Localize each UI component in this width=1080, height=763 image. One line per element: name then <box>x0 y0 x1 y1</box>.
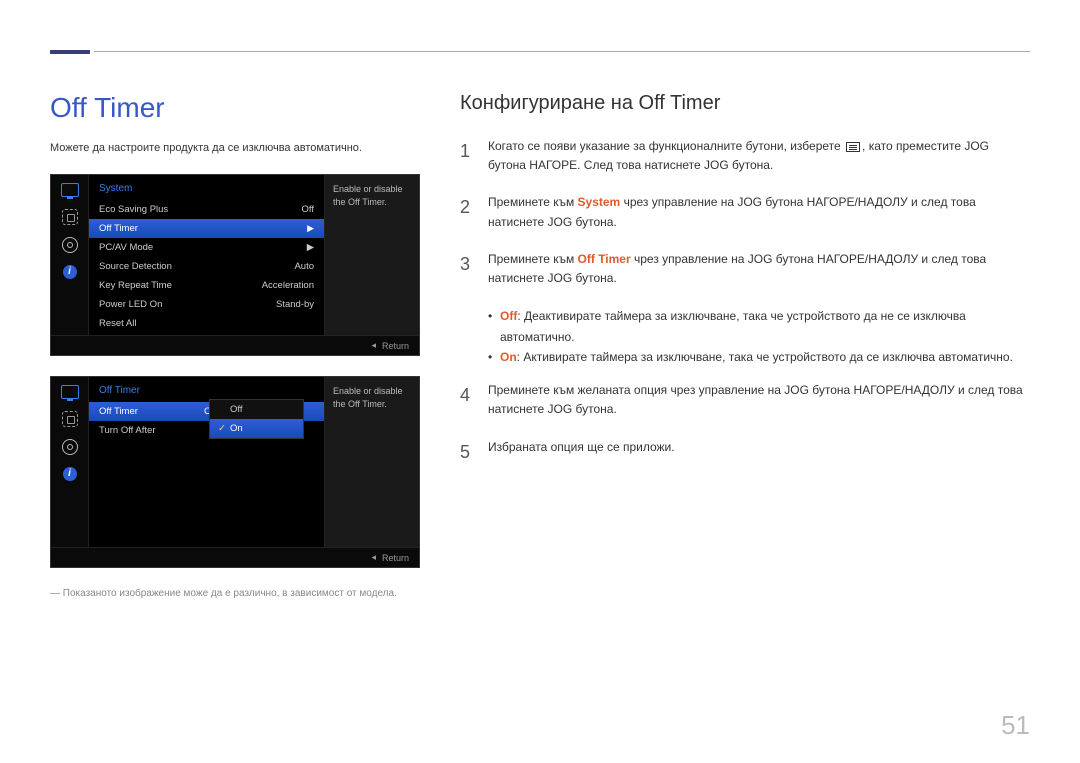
osd-help-text: Enable or disable the Off Timer. <box>324 175 419 335</box>
step-1: 1 Когато се появи указание за функционал… <box>460 137 1030 175</box>
picture-icon <box>61 385 79 399</box>
osd-row-offtimer[interactable]: Off Timer ▶ <box>89 219 324 238</box>
osd-option-popup: ✓Off ✓On <box>209 399 304 439</box>
osd-row-label: Key Repeat Time <box>99 280 172 291</box>
osd-row-label: Off Timer <box>99 223 138 234</box>
picture-icon <box>61 183 79 197</box>
keyword-offtimer: Off Timer <box>578 252 631 266</box>
screen-icon <box>62 209 78 225</box>
info-icon: i <box>63 265 77 279</box>
step-3: 3 Преминете към Off Timer чрез управлени… <box>460 250 1030 288</box>
back-icon: ◂ <box>371 340 376 351</box>
osd-row-value: Off <box>302 204 315 215</box>
osd-row-label: PC/AV Mode <box>99 242 153 253</box>
osd-row-value: Stand-by <box>276 299 314 310</box>
header-accent <box>50 50 90 54</box>
osd-row-label: Source Detection <box>99 261 172 272</box>
step-body: Преминете към Off Timer чрез управление … <box>488 250 1030 288</box>
return-label[interactable]: Return <box>382 341 409 351</box>
page-number: 51 <box>1001 710 1030 741</box>
keyword-on: On <box>500 350 517 364</box>
section-desc: Можете да настроите продукта да се изклю… <box>50 142 420 154</box>
osd-sidebar: i <box>51 377 89 547</box>
return-label[interactable]: Return <box>382 553 409 563</box>
osd-sidebar: i <box>51 175 89 335</box>
step-body: Когато се появи указание за функционални… <box>488 137 1030 175</box>
osd-row-label: Power LED On <box>99 299 162 310</box>
osd-row-label: Eco Saving Plus <box>99 204 168 215</box>
step-body: Избраната опция ще се приложи. <box>488 438 1030 467</box>
osd-row-pcav[interactable]: PC/AV Mode ▶ <box>89 238 324 257</box>
back-icon: ◂ <box>371 552 376 563</box>
osd-help-text: Enable or disable the Off Timer. <box>324 377 419 547</box>
check-icon: ✓ <box>218 423 226 434</box>
gear-icon <box>62 237 78 253</box>
osd-footer: ◂ Return <box>51 335 419 355</box>
osd-row-keyrepeat[interactable]: Key Repeat Time Acceleration <box>89 276 324 295</box>
config-subtitle: Конфигуриране на Off Timer <box>460 92 1030 115</box>
step-number: 4 <box>460 381 474 419</box>
step-2: 2 Преминете към System чрез управление н… <box>460 193 1030 231</box>
step-4: 4 Преминете към желаната опция чрез упра… <box>460 381 1030 419</box>
option-bullets: •Off: Деактивирате таймера за изключване… <box>488 306 1030 367</box>
menu-icon <box>846 142 860 152</box>
step-number: 2 <box>460 193 474 231</box>
step-number: 3 <box>460 250 474 288</box>
section-title: Off Timer <box>50 92 420 124</box>
step-body: Преминете към System чрез управление на … <box>488 193 1030 231</box>
footnote: ― Показаното изображение може да е разли… <box>50 588 420 599</box>
header-rule <box>94 51 1030 52</box>
osd-offtimer-submenu: i Off Timer Off TimerOff Turn Off After … <box>50 376 420 568</box>
osd-row-value: Auto <box>294 261 314 272</box>
osd-row-value: Acceleration <box>262 280 314 291</box>
popup-option-off[interactable]: ✓Off <box>210 400 303 419</box>
osd-row-label: Turn Off After <box>99 425 204 436</box>
osd-row-powerled[interactable]: Power LED On Stand-by <box>89 295 324 314</box>
info-icon: i <box>63 467 77 481</box>
keyword-off: Off <box>500 309 517 323</box>
osd-row-eco[interactable]: Eco Saving Plus Off <box>89 200 324 219</box>
osd-menu-title: System <box>89 181 324 200</box>
popup-option-on[interactable]: ✓On <box>210 419 303 438</box>
osd-row-label: Off Timer <box>99 406 204 417</box>
osd-footer: ◂ Return <box>51 547 419 567</box>
gear-icon <box>62 439 78 455</box>
osd-system-menu: i System Eco Saving Plus Off Off Timer ▶ P… <box>50 174 420 356</box>
keyword-system: System <box>578 195 621 209</box>
chevron-right-icon: ▶ <box>307 223 314 234</box>
screen-icon <box>62 411 78 427</box>
osd-row-label: Reset All <box>99 318 137 329</box>
step-number: 1 <box>460 137 474 175</box>
osd-row-resetall[interactable]: Reset All <box>89 314 324 333</box>
osd-row-source[interactable]: Source Detection Auto <box>89 257 324 276</box>
step-number: 5 <box>460 438 474 467</box>
step-5: 5 Избраната опция ще се приложи. <box>460 438 1030 467</box>
chevron-right-icon: ▶ <box>307 242 314 253</box>
step-body: Преминете към желаната опция чрез управл… <box>488 381 1030 419</box>
